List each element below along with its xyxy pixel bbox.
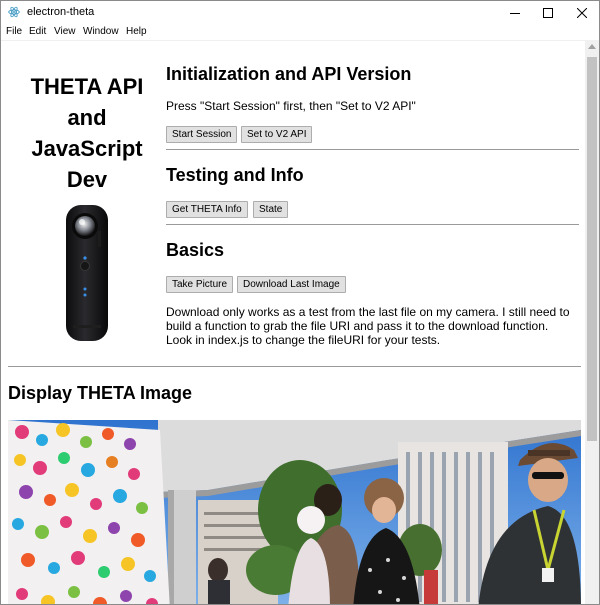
testing-heading: Testing and Info (166, 165, 304, 185)
sidebar-title-line: JavaScript (31, 136, 143, 161)
basics-note-line: Download only works as a test from the l… (166, 305, 570, 319)
sidebar-title-line: and (67, 105, 107, 130)
take-picture-button[interactable]: Take Picture (166, 276, 234, 293)
page-content: THETA API and JavaScript Dev Initializat… (1, 41, 585, 604)
init-instruction: Press "Start Session" first, then "Set t… (166, 99, 416, 113)
scroll-up-arrow-icon[interactable] (588, 44, 596, 49)
download-last-image-button[interactable]: Download Last Image (237, 276, 346, 293)
menu-view[interactable]: View (54, 26, 76, 37)
theta-photo (8, 420, 581, 604)
title-bar[interactable]: electron-theta (1, 1, 599, 24)
sidebar-title-line: THETA API (30, 74, 144, 99)
close-icon (577, 7, 587, 18)
menu-help[interactable]: Help (126, 26, 147, 37)
menu-edit[interactable]: Edit (29, 26, 46, 37)
app-window: electron-theta File Edit View Window Hel… (0, 0, 600, 605)
close-button[interactable] (565, 1, 599, 24)
maximize-icon (543, 7, 553, 18)
section-divider (166, 149, 579, 150)
basics-note-line: Look in index.js to change the fileURI f… (166, 333, 441, 347)
electron-app-icon (8, 6, 20, 18)
minimize-button[interactable] (498, 1, 532, 24)
menu-window[interactable]: Window (83, 26, 119, 37)
basics-note: Download only works as a test from the l… (166, 305, 581, 347)
display-heading: Display THETA Image (8, 383, 193, 403)
theta-camera-image (66, 205, 108, 341)
get-theta-info-button[interactable]: Get THETA Info (166, 201, 248, 218)
set-v2-api-button[interactable]: Set to V2 API (241, 126, 313, 143)
sidebar-title-line: Dev (66, 167, 108, 192)
state-button[interactable]: State (253, 201, 289, 218)
section-divider (8, 366, 581, 367)
menu-file[interactable]: File (6, 26, 22, 37)
init-heading: Initialization and API Version (166, 64, 412, 84)
menu-bar: File Edit View Window Help (1, 24, 599, 41)
sidebar-title: THETA API and JavaScript Dev (9, 71, 165, 195)
maximize-button[interactable] (531, 1, 565, 24)
basics-note-line: build a function to grab the file URI an… (166, 319, 549, 333)
scroll-thumb[interactable] (587, 57, 597, 441)
start-session-button[interactable]: Start Session (166, 126, 238, 143)
window-title: electron-theta (27, 6, 95, 18)
basics-heading: Basics (166, 240, 225, 260)
section-divider (166, 224, 579, 225)
minimize-icon (510, 12, 520, 14)
vertical-scrollbar[interactable] (585, 41, 599, 604)
